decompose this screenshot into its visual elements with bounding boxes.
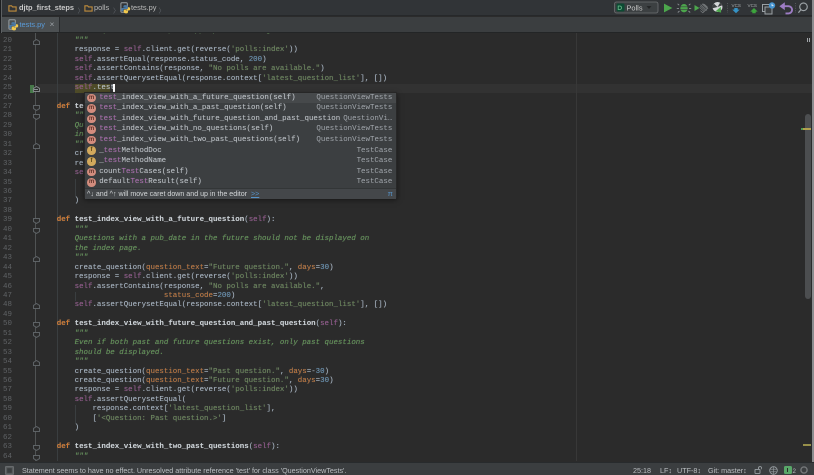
- svg-text:Polls: Polls: [627, 3, 643, 12]
- svg-text:VCS: VCS: [732, 3, 741, 8]
- svg-text:VCS: VCS: [748, 3, 757, 8]
